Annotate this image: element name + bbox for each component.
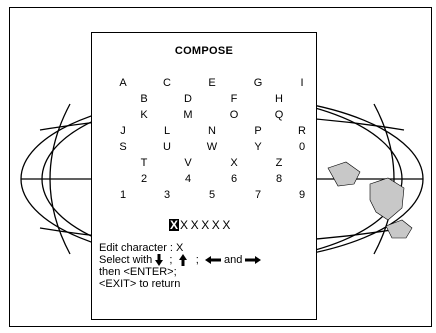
edit-character-value: X — [176, 242, 184, 254]
character-cell[interactable]: R — [295, 125, 309, 137]
character-cell[interactable]: 0 — [295, 141, 309, 153]
character-cell[interactable]: 2 — [137, 173, 151, 185]
character-cell[interactable]: E — [205, 77, 219, 89]
character-cell[interactable]: S — [116, 141, 130, 153]
character-cell[interactable]: D — [181, 93, 195, 105]
character-cell[interactable]: 7 — [251, 189, 265, 201]
arrow-left-icon — [204, 256, 221, 265]
edit-character-label: Edit character : — [99, 242, 173, 254]
arrow-right-icon — [245, 256, 262, 265]
selected-character[interactable]: X — [169, 219, 179, 231]
edit-text-field[interactable]: X XXXXX — [169, 219, 233, 231]
character-cell[interactable]: M — [181, 109, 195, 121]
character-cell[interactable]: G — [251, 77, 265, 89]
compose-menu: COMPOSE ABCDEFGHIJKLMNOPQRSTUVWXYZ012345… — [91, 32, 317, 320]
menu-title: COMPOSE — [174, 45, 234, 57]
select-help-line: Select with ; ; and — [99, 254, 262, 267]
character-cell[interactable]: 8 — [272, 173, 286, 185]
character-cell[interactable]: Z — [272, 157, 286, 169]
character-cell[interactable]: B — [137, 93, 151, 105]
arrow-down-icon — [155, 254, 164, 267]
projector-screen: COMPOSE ABCDEFGHIJKLMNOPQRSTUVWXYZ012345… — [9, 7, 432, 327]
character-cell[interactable]: C — [160, 77, 174, 89]
character-cell[interactable]: L — [160, 125, 174, 137]
and-label: and — [223, 254, 243, 266]
character-cell[interactable]: V — [181, 157, 195, 169]
character-cell[interactable]: U — [160, 141, 174, 153]
character-cell[interactable]: O — [227, 109, 241, 121]
character-cell[interactable]: 9 — [295, 189, 309, 201]
character-cell[interactable]: 1 — [116, 189, 130, 201]
character-cell[interactable]: Y — [251, 141, 265, 153]
character-cell[interactable]: T — [137, 157, 151, 169]
character-cell[interactable]: A — [116, 77, 130, 89]
exit-help-line: <EXIT> to return — [99, 278, 181, 290]
character-cell[interactable]: H — [272, 93, 286, 105]
character-cell[interactable]: X — [227, 157, 241, 169]
character-cell[interactable]: Q — [272, 109, 286, 121]
character-cell[interactable]: 5 — [205, 189, 219, 201]
character-cell[interactable]: 6 — [227, 173, 241, 185]
edit-character-line: Edit character : X — [99, 242, 183, 254]
character-cell[interactable]: J — [116, 125, 130, 137]
character-cell[interactable]: I — [295, 77, 309, 89]
character-cell[interactable]: K — [137, 109, 151, 121]
character-cell[interactable]: 4 — [181, 173, 195, 185]
select-with-label: Select with — [99, 254, 153, 266]
enter-help-line: then <ENTER>; — [99, 266, 177, 278]
character-cell[interactable]: P — [251, 125, 265, 137]
character-cell[interactable]: W — [205, 141, 219, 153]
character-cell[interactable]: F — [227, 93, 241, 105]
remaining-characters: XXXXX — [180, 218, 234, 232]
arrow-up-icon — [178, 254, 187, 267]
character-cell[interactable]: 3 — [160, 189, 174, 201]
character-cell[interactable]: N — [205, 125, 219, 137]
